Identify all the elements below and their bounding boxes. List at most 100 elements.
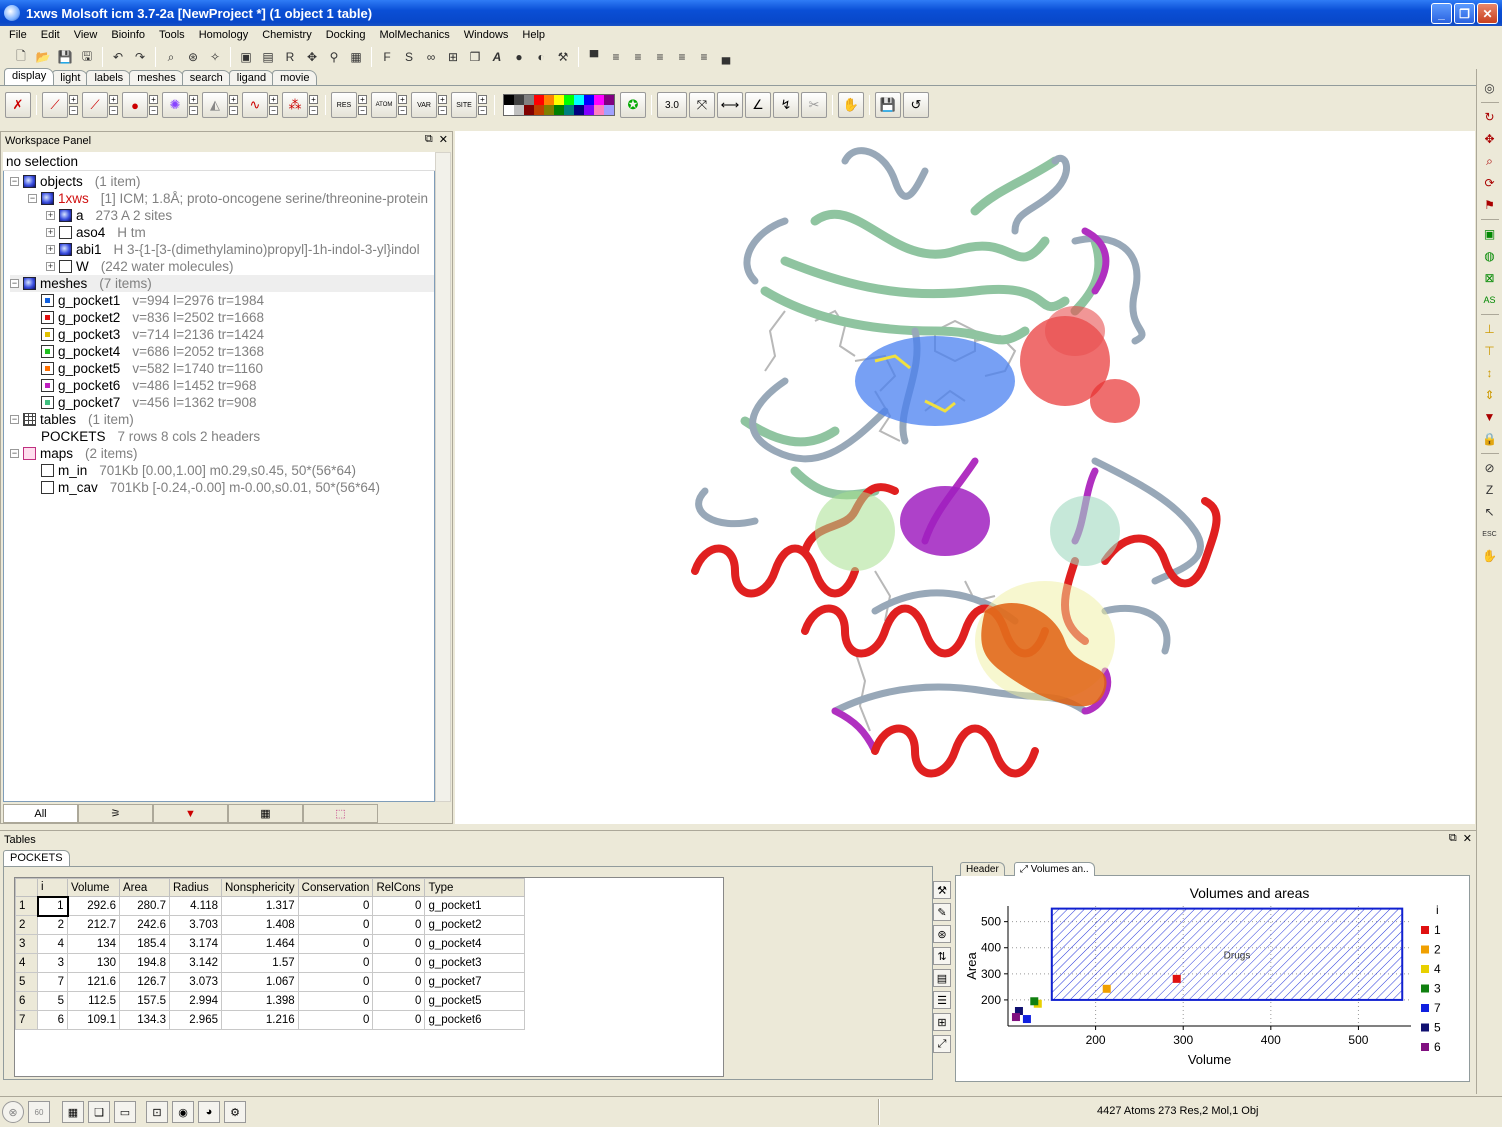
table-cell[interactable]: 242.6 (119, 915, 170, 935)
tree-row[interactable]: + abi1 H 3-{1-[3-(dimethylamino)propyl]-1h… (46, 241, 420, 258)
font-icon[interactable]: A (486, 46, 508, 68)
notes-icon[interactable]: ▤ (933, 969, 951, 987)
res-plus-minus[interactable]: + − (358, 94, 367, 116)
column-header[interactable]: RelCons (372, 878, 426, 897)
menu-homology[interactable]: Homology (192, 29, 256, 41)
column-header[interactable]: Type (424, 878, 526, 897)
palette-swatch[interactable] (554, 95, 564, 105)
palette-swatch[interactable] (544, 95, 554, 105)
plot-icon[interactable]: ⤢ (933, 1035, 951, 1053)
menu-docking[interactable]: Docking (319, 29, 373, 41)
table-cell[interactable]: 3.142 (169, 953, 222, 973)
collapse-icon[interactable]: − (28, 194, 37, 203)
palette-swatch[interactable] (594, 95, 604, 105)
table-cell[interactable]: 3.073 (169, 972, 222, 992)
menu-bioinfo[interactable]: Bioinfo (104, 29, 152, 41)
table-cell[interactable]: 109.1 (67, 1010, 120, 1030)
filter-all-tab[interactable]: All (3, 804, 78, 823)
visibility-checkbox[interactable] (59, 260, 72, 273)
column-header[interactable]: Volume (67, 878, 120, 897)
camera-icon[interactable]: ◉ (172, 1101, 194, 1123)
table-cell[interactable]: g_pocket5 (424, 991, 526, 1011)
zoom-icon[interactable]: ⌕ (1481, 152, 1499, 170)
viewer-toggle-icon[interactable]: ❑ (88, 1101, 110, 1123)
tree-row[interactable]: m_cav 701Kb [-0.24,-0.00] m-0.00,s0.01, 5… (28, 479, 380, 496)
size-spinner[interactable]: 3.0 (657, 92, 687, 118)
tree-row[interactable]: − objects (1 item) (10, 173, 141, 190)
tree-row[interactable]: g_pocket3 v=714 l=2136 tr=1424 (28, 326, 264, 343)
undisplay-icon[interactable]: ✗ (5, 92, 31, 118)
palette-swatch[interactable] (504, 95, 514, 105)
table-cell[interactable]: 7 (37, 972, 68, 992)
select-residue-icon[interactable]: ▤ (257, 46, 279, 68)
redo-icon[interactable]: ↷ (129, 46, 151, 68)
wizard-icon[interactable]: ✧ (204, 46, 226, 68)
table-row[interactable]: 4 3 130 194.8 3.142 1.57 0 0 g_pocket3 (15, 953, 526, 973)
fog-icon[interactable]: F (376, 46, 398, 68)
align-2-icon[interactable]: ≡ (627, 46, 649, 68)
var-plus-minus[interactable]: + − (438, 94, 447, 116)
tab-movie[interactable]: movie (272, 70, 318, 85)
row-header[interactable]: 1 (15, 896, 38, 916)
select-x-icon[interactable]: ⊠ (1481, 269, 1499, 287)
table-cell[interactable]: g_pocket7 (424, 972, 526, 992)
menu-file[interactable]: File (2, 29, 34, 41)
tab-volumes-areas[interactable]: ⤢ Volumes an.. (1014, 862, 1095, 876)
table-cell[interactable]: 1.398 (221, 991, 299, 1011)
save-as-icon[interactable]: 🖫 (76, 46, 98, 68)
table-cell[interactable]: 0 (297, 972, 374, 992)
color-palette[interactable] (503, 94, 615, 116)
tree-row[interactable]: m_in 701Kb [0.00,1.00] m0.29,s0.45, 50*(5… (28, 462, 356, 479)
pdb-search-icon[interactable]: ⌕ (160, 46, 182, 68)
clip-slab-icon[interactable]: ⇕ (1481, 386, 1499, 404)
ribbon-icon[interactable]: ∿ (242, 92, 268, 118)
tab-ligand[interactable]: ligand (228, 70, 275, 85)
filter-molecules-icon[interactable]: ⚞ (78, 804, 153, 823)
lock-view-icon[interactable]: ⚑ (1481, 196, 1499, 214)
table-cell[interactable]: 0 (372, 953, 426, 973)
table-cell[interactable]: 2 (37, 915, 68, 935)
tree-row[interactable]: − 1xws [1] ICM; 1.8Å; proto-oncogene serin… (28, 190, 428, 207)
table-cell[interactable]: 112.5 (67, 991, 120, 1011)
ball-stick-plus-minus[interactable]: + − (309, 94, 318, 116)
align-1-icon[interactable]: ≡ (605, 46, 627, 68)
menu-edit[interactable]: Edit (34, 29, 67, 41)
row-header[interactable]: 7 (15, 1010, 38, 1030)
table-row[interactable]: 7 6 109.1 134.3 2.965 1.216 0 0 g_pocket6 (15, 1010, 526, 1030)
menu-chemistry[interactable]: Chemistry (255, 29, 319, 41)
close-button[interactable]: ✕ (1477, 3, 1498, 24)
table-cell[interactable]: 2.994 (169, 991, 222, 1011)
table-cell[interactable]: 4.118 (169, 896, 222, 916)
binoculars-icon[interactable]: ⊛ (182, 46, 204, 68)
table-cell[interactable]: 3 (37, 953, 68, 973)
surface-icon[interactable]: ◭ (202, 92, 228, 118)
tree-row[interactable]: − meshes (7 items) (10, 275, 434, 292)
float-tables-icon[interactable]: ⧉ (1449, 832, 1457, 845)
palette-swatch[interactable] (604, 95, 614, 105)
table-row[interactable]: 5 7 121.6 126.7 3.073 1.067 0 0 g_pocket7 (15, 972, 526, 992)
minimize-button[interactable]: _ (1431, 3, 1452, 24)
lock-icon[interactable]: 🔒 (1481, 430, 1499, 448)
table-cell[interactable]: 3.703 (169, 915, 222, 935)
table-cell[interactable]: 0 (297, 915, 374, 935)
tab-meshes[interactable]: meshes (129, 70, 184, 85)
hammer-icon[interactable]: ⚒ (933, 881, 951, 899)
ball-stick-icon[interactable]: ⁂ (282, 92, 308, 118)
rotate-icon[interactable]: ↻ (1481, 108, 1499, 126)
palette-swatch[interactable] (504, 105, 514, 115)
menu-help[interactable]: Help (515, 29, 552, 41)
sort-icon[interactable]: ⇅ (933, 947, 951, 965)
esc-icon[interactable]: ESC (1481, 525, 1499, 543)
residue-label-button[interactable]: RES (331, 92, 357, 118)
translate-icon[interactable]: ✥ (1481, 130, 1499, 148)
atom-plus-minus[interactable]: + − (398, 94, 407, 116)
column-header[interactable]: Radius (169, 878, 222, 897)
table-cell[interactable]: 0 (372, 915, 426, 935)
palette-swatch[interactable] (554, 105, 564, 115)
tree-row[interactable]: + a 273 A 2 sites (46, 207, 172, 224)
expand-icon[interactable]: + (46, 211, 55, 220)
table-cell[interactable]: 2.965 (169, 1010, 222, 1030)
distance-icon[interactable]: ⤧ (689, 92, 715, 118)
expand-icon[interactable]: + (46, 262, 55, 271)
cpk-icon[interactable]: ● (122, 92, 148, 118)
